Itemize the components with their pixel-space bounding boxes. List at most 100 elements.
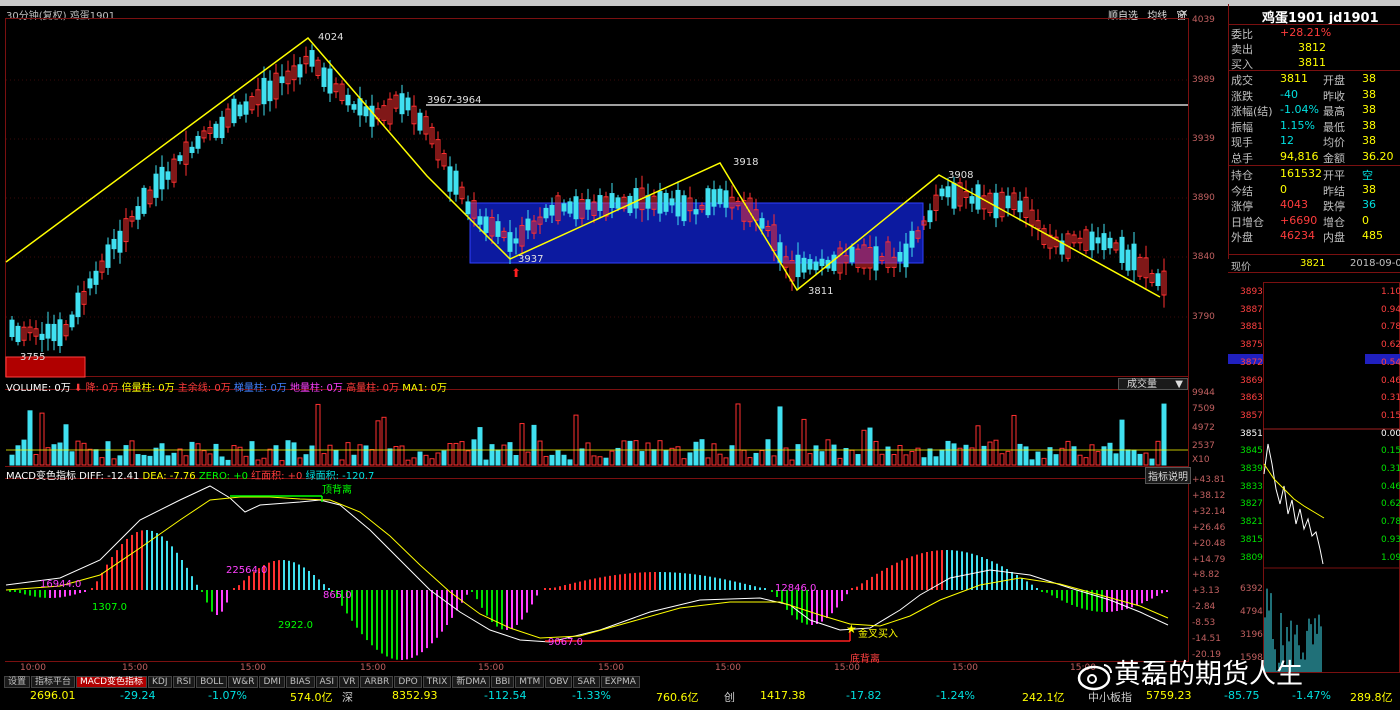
volume-bar — [525, 451, 531, 466]
tab-indicator[interactable]: 新DMA — [452, 676, 491, 688]
volume-bar — [981, 445, 987, 466]
tab-indicator[interactable]: DPO — [394, 676, 422, 688]
volume-bar — [207, 453, 213, 466]
tab-indicator[interactable]: KDJ — [148, 676, 172, 688]
tab-indicator[interactable]: 指标平台 — [31, 676, 76, 688]
candle-body — [213, 123, 219, 138]
volume-bar — [675, 446, 681, 466]
volume-bar — [489, 444, 495, 466]
tab-indicator[interactable]: BBI — [491, 676, 515, 688]
volume-bar — [783, 447, 789, 466]
candle-body — [849, 246, 855, 263]
tab-indicator[interactable]: BIAS — [285, 676, 315, 688]
tab-indicator[interactable]: MACD变色指标 — [76, 676, 148, 688]
volume-bar — [501, 444, 507, 466]
quote-label: 总手 — [1231, 151, 1253, 165]
quote-label: 现价 — [1231, 262, 1251, 273]
tab-indicator[interactable]: EXPMA — [600, 676, 640, 688]
candle-body — [279, 76, 285, 84]
volume-bar — [1053, 454, 1059, 466]
candle-body — [69, 314, 75, 328]
macd-diff-line — [5, 485, 1169, 643]
candle-body — [903, 243, 909, 268]
volume-bar — [711, 443, 717, 466]
mini-axis-label: 3893 — [1240, 287, 1263, 297]
volume-bar — [1071, 446, 1077, 466]
tab-indicator[interactable]: OBV — [545, 676, 573, 688]
volume-item: 降: 0万 — [85, 383, 119, 394]
candle-body — [513, 238, 519, 244]
time-label: 15:00 — [715, 663, 741, 673]
volume-bar — [621, 440, 627, 466]
annotation-3908: 3908 — [948, 170, 974, 181]
tab-indicator[interactable]: DMI — [259, 676, 285, 688]
indicator-select[interactable]: 成交量 ▼ — [1118, 378, 1188, 390]
tab-indicator[interactable]: BOLL — [196, 676, 228, 688]
volume-bar — [987, 441, 993, 466]
volume-bar — [201, 450, 207, 466]
volume-bar — [159, 443, 165, 466]
tab-indicator[interactable]: 设置 — [4, 676, 31, 688]
volume-bar — [393, 446, 399, 466]
candle-body — [141, 187, 147, 214]
tab-indicator[interactable]: TRIX — [422, 676, 452, 688]
tab-indicator[interactable]: SAR — [573, 676, 600, 688]
volume-item: 倍量柱: 0万 — [121, 383, 175, 394]
quote-label: 最高 — [1323, 105, 1345, 118]
candle-body — [231, 98, 237, 124]
index-percent: -1.33% — [572, 689, 611, 702]
indicator-explain-button[interactable]: 指标说明 — [1145, 467, 1191, 484]
volume-bar — [897, 445, 903, 466]
volume-bar — [477, 427, 483, 466]
volume-bar — [813, 445, 819, 466]
volume-bar — [1101, 446, 1107, 466]
tab-indicator[interactable]: VR — [339, 676, 360, 688]
quote-value: 0 — [1280, 182, 1287, 196]
candle-body — [1155, 273, 1161, 287]
macd-dea: DEA: -7.76 — [142, 471, 196, 482]
volume-bar — [657, 440, 663, 466]
tab-indicator[interactable]: ARBR — [360, 676, 394, 688]
tab-indicator[interactable]: W&R — [228, 676, 259, 688]
candle-body — [597, 195, 603, 211]
candle-body — [669, 198, 675, 206]
volume-bar — [717, 453, 723, 466]
time-label: 15:00 — [952, 663, 978, 673]
volume-bar — [771, 455, 777, 466]
macd-axis-label: +20.48 — [1192, 538, 1226, 549]
tab-indicator[interactable]: MTM — [515, 676, 545, 688]
volume-bar — [57, 442, 63, 466]
index-percent: -1.24% — [936, 689, 975, 702]
volume-bar — [855, 454, 861, 466]
candle-body — [873, 246, 879, 271]
candle-body — [15, 325, 21, 343]
mini-axis-label: 0.93 — [1381, 534, 1400, 545]
volume-bar — [333, 449, 339, 466]
volume-bar — [1005, 450, 1011, 466]
time-label: 15:00 — [240, 663, 266, 673]
candle-body — [723, 190, 729, 208]
mini-axis-label: 6392 — [1240, 584, 1263, 594]
tab-indicator[interactable]: ASI — [315, 676, 339, 688]
time-label: 15:00 — [122, 663, 148, 673]
mini-axis-label: 3857 — [1240, 410, 1263, 421]
volume-bar — [141, 454, 147, 466]
volume-bar — [183, 455, 189, 466]
tab-indicator[interactable]: RSI — [172, 676, 196, 688]
news-ticker[interactable] — [0, 702, 1400, 710]
indicator-tabs[interactable]: 设置 指标平台 MACD变色指标 KDJ RSI BOLL W&R DMI BIAS ASI VR A… — [4, 676, 640, 688]
candle-body — [633, 188, 639, 209]
quote-value: 161532 — [1280, 167, 1322, 180]
volume-bar — [315, 403, 321, 466]
volume-bar — [345, 442, 351, 466]
volume-bar — [243, 455, 249, 466]
volume-bar — [1089, 444, 1095, 466]
volume-bar — [81, 442, 87, 466]
annotation-3918: 3918 — [733, 157, 759, 168]
candle-body — [405, 97, 411, 111]
volume-bar — [705, 457, 711, 466]
index-percent: -1.07% — [208, 689, 247, 702]
volume-bar — [1065, 440, 1071, 466]
candle-body — [1119, 236, 1125, 263]
volume-bar — [1143, 452, 1149, 466]
